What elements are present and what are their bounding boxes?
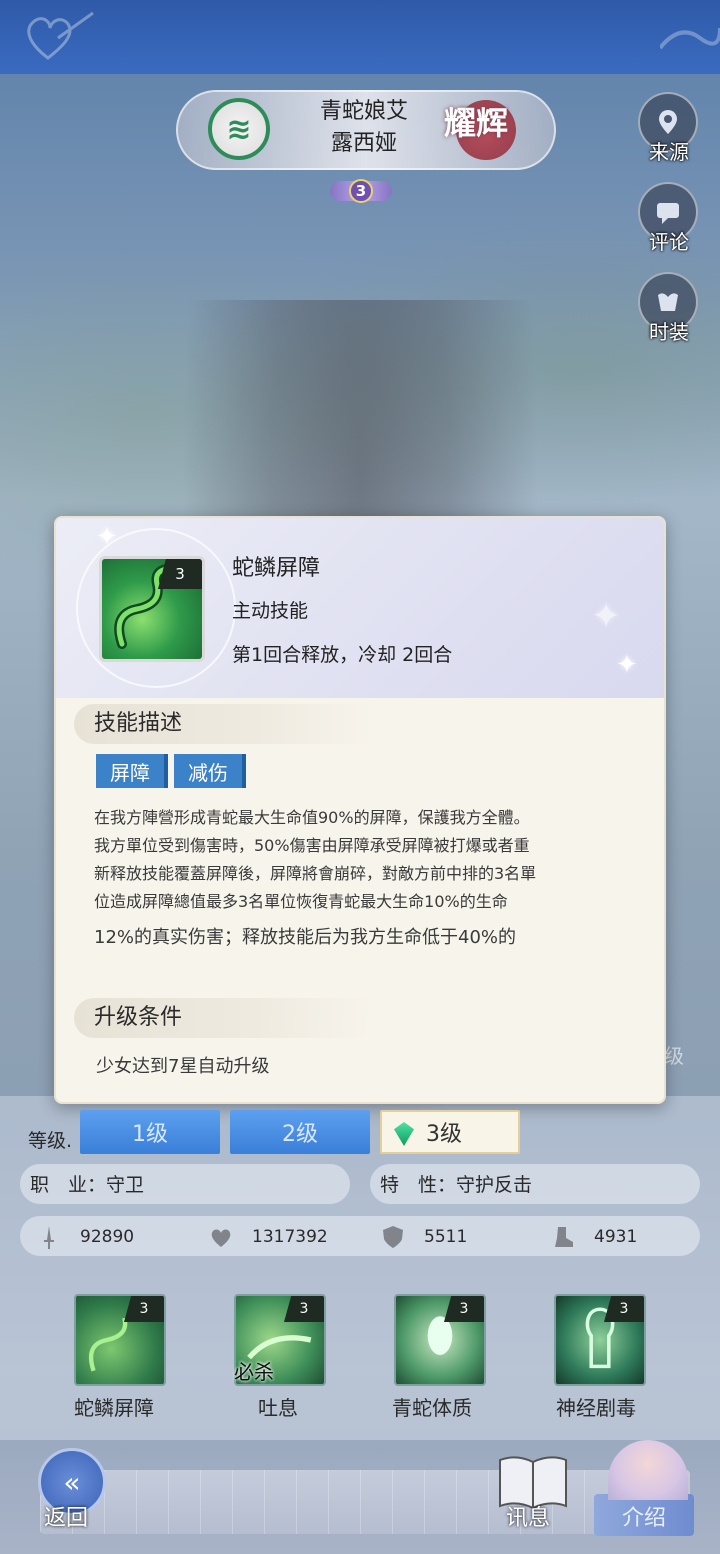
description-line: 在我方陣營形成青蛇最大生命值90%的屏障，保護我方全體。 xyxy=(94,808,530,827)
level-label: 等级. xyxy=(28,1130,73,1152)
skill-description: 在我方陣營形成青蛇最大生命值90%的屏障，保護我方全體。 我方單位受到傷害時，5… xyxy=(94,804,634,960)
sword-icon xyxy=(44,1226,54,1249)
skill-slot-neurotoxin[interactable]: 3 xyxy=(554,1294,646,1386)
tag-barrier: 屏障 xyxy=(96,754,168,788)
speed-value: 4931 xyxy=(594,1227,638,1247)
right-edge-level-text: 级 xyxy=(664,1044,684,1068)
back-button[interactable]: 返回 xyxy=(44,1500,88,1532)
top-header-bar xyxy=(0,0,720,74)
source-label: 来源 xyxy=(649,140,689,164)
attack-stat: 92890 xyxy=(36,1222,134,1252)
character-name: 青蛇娘艾 露西娅 xyxy=(300,96,428,160)
heart-arrow-decoration-icon xyxy=(27,11,94,60)
skill-slot-snake-scale[interactable]: 3 xyxy=(74,1294,166,1386)
skill-cooldown: 第1回合释放，冷却 2回合 xyxy=(232,644,453,666)
defense-stat: 5511 xyxy=(380,1222,467,1252)
hp-value: 1317392 xyxy=(252,1227,328,1247)
tag-damage-reduction: 减伤 xyxy=(174,754,246,788)
skill-name: 蛇鳞屏障 xyxy=(232,556,321,581)
skill-name-snake-scale: 蛇鳞屏障 xyxy=(74,1396,154,1420)
upgrade-section-title: 升级条件 xyxy=(74,998,374,1038)
description-line: 12%的真实伤害；释放技能后为我方生命低于40%的 xyxy=(94,927,517,948)
description-section-title: 技能描述 xyxy=(74,704,374,744)
sparkle-icon: ✦ xyxy=(96,522,118,552)
defense-value: 5511 xyxy=(424,1227,468,1247)
skill-name-breath: 吐息 xyxy=(258,1396,298,1420)
message-button[interactable]: 讯息 xyxy=(506,1500,550,1532)
comment-label: 评论 xyxy=(649,230,689,254)
heart-icon xyxy=(211,1229,231,1247)
level-3-button[interactable]: 3级 xyxy=(380,1110,520,1154)
sparkle-icon: ✦ xyxy=(591,596,622,637)
gem-icon xyxy=(394,1122,414,1146)
upgrade-condition: 少女达到7星自动升级 xyxy=(96,1056,270,1077)
trait-text: 特 性：守护反击 xyxy=(380,1174,533,1196)
skill-detail-popup[interactable]: ✦ ✦ ✦ 3 蛇鳞屏障 主动技能 第1回合释放，冷却 2回合 技能描述 屏障 … xyxy=(54,516,666,1104)
costume-button[interactable]: 时装 xyxy=(638,272,700,352)
star-count: 3 xyxy=(349,179,373,203)
description-line: 我方單位受到傷害時，50%傷害由屏障承受屏障被打爆或者重 xyxy=(94,836,530,855)
intro-button[interactable]: 介绍 xyxy=(622,1500,666,1532)
character-name-line1: 青蛇娘艾 xyxy=(319,99,408,124)
wave-decoration-icon xyxy=(660,27,720,50)
faction-badge: ≋ xyxy=(208,98,270,160)
snake-faction-icon: ≋ xyxy=(226,111,252,147)
description-line: 新释放技能覆蓋屏障後，屏障將會崩碎，對敵方前中排的3名單 xyxy=(94,864,537,883)
boot-icon xyxy=(555,1227,573,1247)
snake-skill-icon: 3 xyxy=(99,556,205,662)
sparkle-icon: ✦ xyxy=(616,650,638,680)
skill-slot-snake-body[interactable]: 3 xyxy=(394,1294,486,1386)
level-3-label: 3级 xyxy=(426,1122,462,1147)
star-level-badge: 3 xyxy=(330,176,392,206)
attack-value: 92890 xyxy=(80,1227,135,1247)
skill-name-neurotoxin: 神经剧毒 xyxy=(556,1396,636,1420)
shield-icon xyxy=(383,1226,403,1248)
costume-label: 时装 xyxy=(649,320,689,344)
rarity-label: 耀辉 xyxy=(444,104,509,142)
hp-stat: 1317392 xyxy=(208,1222,328,1252)
level-1-button[interactable]: 1级 xyxy=(80,1110,220,1154)
source-button[interactable]: 来源 xyxy=(638,92,700,172)
skill-name-snake-body: 青蛇体质 xyxy=(392,1396,472,1420)
bottom-strip xyxy=(40,1470,690,1534)
character-name-line2: 露西娅 xyxy=(330,131,397,156)
description-line: 位造成屏障總值最多3名單位恢復青蛇最大生命10%的生命 xyxy=(94,892,508,911)
level-2-button[interactable]: 2级 xyxy=(230,1110,370,1154)
job-text: 职 业：守卫 xyxy=(30,1174,145,1196)
comment-button[interactable]: 评论 xyxy=(638,182,700,262)
ultimate-badge: 必杀 xyxy=(234,1360,274,1384)
speed-stat: 4931 xyxy=(550,1222,637,1252)
skill-type: 主动技能 xyxy=(232,600,309,622)
